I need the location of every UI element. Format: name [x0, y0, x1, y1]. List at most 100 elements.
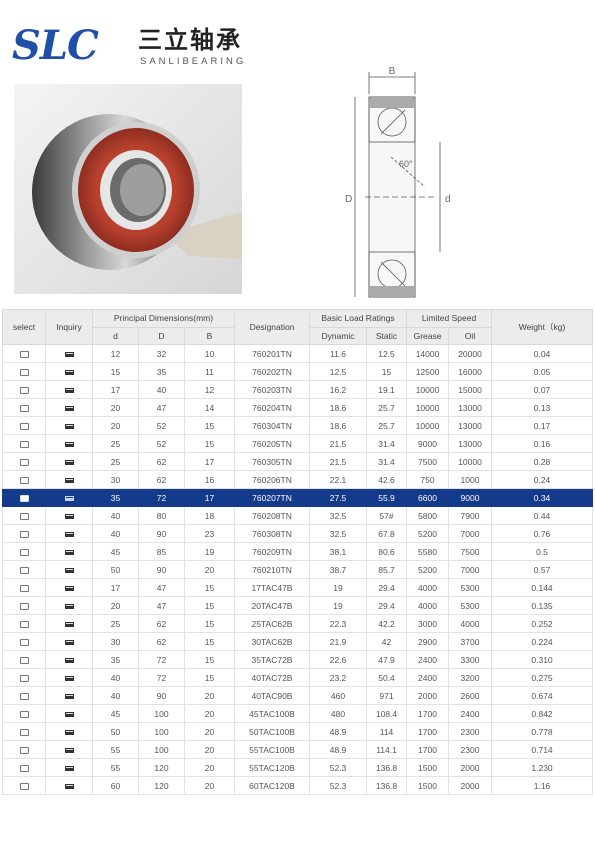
table-row: 40 72 15 40TAC72B 23.2 50.4 2400 3200 0.275 [2, 668, 594, 687]
header-grease: Grease [406, 326, 450, 345]
cell-weight: 0.842 [491, 704, 594, 723]
select-checkbox[interactable] [19, 494, 29, 502]
select-checkbox[interactable] [19, 764, 29, 772]
select-checkbox[interactable] [19, 422, 29, 430]
cell-D: 90 [138, 686, 185, 705]
envelope-icon[interactable] [64, 693, 74, 699]
cell-d: 15 [92, 362, 139, 381]
envelope-icon[interactable] [64, 603, 74, 609]
header-oil: Oil [448, 326, 493, 345]
envelope-icon[interactable] [64, 423, 74, 429]
cell-static: 85.7 [366, 560, 408, 579]
envelope-icon[interactable] [64, 657, 74, 663]
select-checkbox[interactable] [19, 746, 29, 754]
select-checkbox[interactable] [19, 350, 29, 358]
envelope-icon[interactable] [64, 369, 74, 375]
cell-B: 20 [183, 776, 236, 795]
select-cell [2, 560, 46, 579]
envelope-icon[interactable] [64, 405, 74, 411]
select-checkbox[interactable] [19, 458, 29, 466]
cell-weight: 0.17 [491, 416, 594, 435]
inquiry-cell [45, 614, 93, 633]
envelope-icon[interactable] [64, 639, 74, 645]
cell-weight: 0.05 [491, 362, 594, 381]
select-checkbox[interactable] [19, 548, 29, 556]
envelope-icon[interactable] [64, 531, 74, 537]
cell-dynamic: 21.9 [309, 632, 368, 651]
inquiry-cell [45, 362, 93, 381]
cell-B: 20 [183, 758, 236, 777]
envelope-icon[interactable] [64, 567, 74, 573]
cell-oil: 13000 [448, 434, 493, 453]
cell-D: 100 [138, 704, 185, 723]
envelope-icon[interactable] [64, 765, 74, 771]
envelope-icon[interactable] [64, 711, 74, 717]
select-checkbox[interactable] [19, 782, 29, 790]
select-cell [2, 686, 46, 705]
table-row: 60 120 20 60TAC120B 52.3 136.8 1500 2000 1.16 [2, 776, 594, 795]
envelope-icon[interactable] [64, 513, 74, 519]
header-B: B [183, 326, 236, 345]
table-row: 55 100 20 55TAC100B 48.9 114.1 1700 2300 0.714 [2, 740, 594, 759]
table-row: 50 100 20 50TAC100B 48.9 114 1700 2300 0.778 [2, 722, 594, 741]
cell-d: 25 [92, 434, 139, 453]
select-checkbox[interactable] [19, 674, 29, 682]
select-checkbox[interactable] [19, 620, 29, 628]
select-checkbox[interactable] [19, 656, 29, 664]
select-checkbox[interactable] [19, 476, 29, 484]
select-cell [2, 344, 46, 363]
table-row: 35 72 17 760207TN 27.5 55.9 6600 9000 0.34 [2, 488, 594, 507]
select-checkbox[interactable] [19, 530, 29, 538]
header-designation: Designation [234, 309, 311, 345]
cell-static: 67.8 [366, 524, 408, 543]
select-checkbox[interactable] [19, 368, 29, 376]
table-row: 20 47 15 20TAC47B 19 29.4 4000 5300 0.135 [2, 596, 594, 615]
cell-B: 20 [183, 740, 236, 759]
envelope-icon[interactable] [64, 729, 74, 735]
envelope-icon[interactable] [64, 621, 74, 627]
cell-designation: 760304TN [234, 416, 311, 435]
cell-dynamic: 38.1 [309, 542, 368, 561]
select-checkbox[interactable] [19, 566, 29, 574]
inquiry-cell [45, 758, 93, 777]
table-row: 30 62 16 760206TN 22.1 42.6 750 1000 0.24 [2, 470, 594, 489]
envelope-icon[interactable] [64, 477, 74, 483]
header-static: Static [366, 326, 408, 345]
select-checkbox[interactable] [19, 512, 29, 520]
cell-D: 100 [138, 740, 185, 759]
envelope-icon[interactable] [64, 549, 74, 555]
select-checkbox[interactable] [19, 584, 29, 592]
select-checkbox[interactable] [19, 710, 29, 718]
cell-D: 62 [138, 470, 185, 489]
select-checkbox[interactable] [19, 638, 29, 646]
inquiry-cell [45, 542, 93, 561]
envelope-icon[interactable] [64, 459, 74, 465]
select-checkbox[interactable] [19, 728, 29, 736]
envelope-icon[interactable] [64, 783, 74, 789]
select-checkbox[interactable] [19, 386, 29, 394]
cell-static: 31.4 [366, 434, 408, 453]
cell-static: 42.2 [366, 614, 408, 633]
inquiry-cell [45, 704, 93, 723]
envelope-icon[interactable] [64, 495, 74, 501]
cell-designation: 760208TN [234, 506, 311, 525]
envelope-icon[interactable] [64, 441, 74, 447]
select-checkbox[interactable] [19, 404, 29, 412]
select-checkbox[interactable] [19, 440, 29, 448]
select-cell [2, 578, 46, 597]
cell-d: 50 [92, 560, 139, 579]
select-checkbox[interactable] [19, 692, 29, 700]
cell-static: 114 [366, 722, 408, 741]
envelope-icon[interactable] [64, 585, 74, 591]
cell-grease: 10000 [406, 380, 450, 399]
logo-chinese-name: 三立轴承 [138, 26, 242, 54]
envelope-icon[interactable] [64, 351, 74, 357]
envelope-icon[interactable] [64, 387, 74, 393]
envelope-icon[interactable] [64, 675, 74, 681]
cell-weight: 0.76 [491, 524, 594, 543]
cell-dynamic: 48.9 [309, 722, 368, 741]
cell-designation: 760305TN [234, 452, 311, 471]
envelope-icon[interactable] [64, 747, 74, 753]
select-checkbox[interactable] [19, 602, 29, 610]
cell-designation: 760201TN [234, 344, 311, 363]
